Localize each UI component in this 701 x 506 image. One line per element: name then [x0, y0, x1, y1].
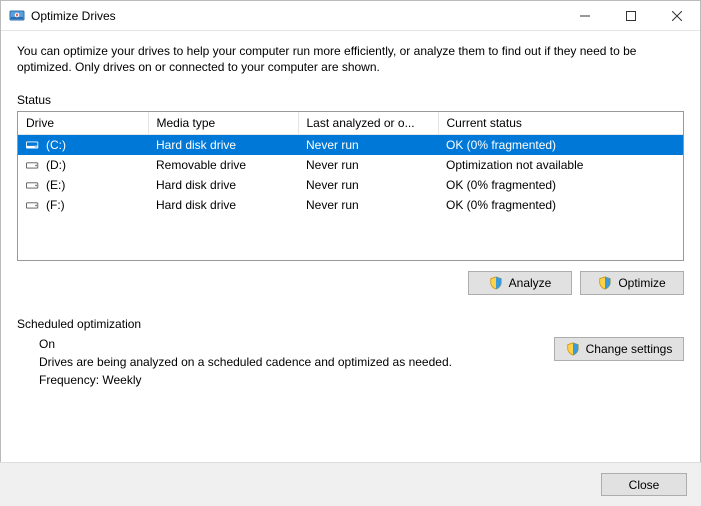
drive-name: (F:) — [46, 198, 65, 212]
drive-name: (D:) — [46, 158, 66, 172]
drive-icon — [26, 179, 40, 191]
drive-last: Never run — [298, 155, 438, 175]
drive-media: Hard disk drive — [148, 175, 298, 195]
change-settings-label: Change settings — [586, 342, 673, 356]
drive-name: (C:) — [46, 138, 66, 152]
maximize-button[interactable] — [608, 1, 654, 30]
drive-status: OK (0% fragmented) — [438, 135, 683, 156]
table-row[interactable]: (C:) Hard disk driveNever runOK (0% fragm… — [18, 135, 683, 156]
table-header-row: Drive Media type Last analyzed or o... C… — [18, 112, 683, 135]
close-window-button[interactable] — [654, 1, 700, 30]
shield-icon — [566, 342, 580, 356]
drive-last: Never run — [298, 135, 438, 156]
col-drive[interactable]: Drive — [18, 112, 148, 135]
minimize-button[interactable] — [562, 1, 608, 30]
titlebar: Optimize Drives — [1, 1, 700, 31]
shield-icon — [489, 276, 503, 290]
drive-media: Hard disk drive — [148, 135, 298, 156]
col-last[interactable]: Last analyzed or o... — [298, 112, 438, 135]
col-current[interactable]: Current status — [438, 112, 683, 135]
col-media[interactable]: Media type — [148, 112, 298, 135]
window-controls — [562, 1, 700, 30]
optimize-label: Optimize — [618, 276, 665, 290]
schedule-state: On — [39, 337, 554, 351]
table-row[interactable]: (F:) Hard disk driveNever runOK (0% fragm… — [18, 195, 683, 215]
drive-status: OK (0% fragmented) — [438, 175, 683, 195]
window-title: Optimize Drives — [31, 9, 562, 23]
content-area: You can optimize your drives to help you… — [1, 31, 700, 391]
close-button[interactable]: Close — [601, 473, 687, 496]
schedule-label: Scheduled optimization — [17, 317, 684, 331]
schedule-freq: Frequency: Weekly — [39, 373, 554, 387]
app-icon — [9, 8, 25, 24]
drive-icon — [26, 139, 40, 151]
table-row[interactable]: (D:) Removable driveNever runOptimization… — [18, 155, 683, 175]
drives-table: Drive Media type Last analyzed or o... C… — [17, 111, 684, 261]
action-buttons: Analyze Optimize — [17, 271, 684, 295]
shield-icon — [598, 276, 612, 290]
analyze-button[interactable]: Analyze — [468, 271, 572, 295]
optimize-button[interactable]: Optimize — [580, 271, 684, 295]
drive-status: OK (0% fragmented) — [438, 195, 683, 215]
drive-name: (E:) — [46, 178, 65, 192]
drive-media: Hard disk drive — [148, 195, 298, 215]
footer: Close — [0, 462, 701, 506]
table-row[interactable]: (E:) Hard disk driveNever runOK (0% fragm… — [18, 175, 683, 195]
schedule-desc: Drives are being analyzed on a scheduled… — [39, 355, 554, 369]
drive-last: Never run — [298, 195, 438, 215]
drive-icon — [26, 199, 40, 211]
drive-status: Optimization not available — [438, 155, 683, 175]
change-settings-button[interactable]: Change settings — [554, 337, 684, 361]
drive-last: Never run — [298, 175, 438, 195]
drive-icon — [26, 159, 40, 171]
status-label: Status — [17, 93, 684, 107]
description-text: You can optimize your drives to help you… — [17, 43, 684, 75]
scheduled-optimization: Scheduled optimization On Drives are bei… — [17, 317, 684, 391]
drive-media: Removable drive — [148, 155, 298, 175]
analyze-label: Analyze — [509, 276, 552, 290]
